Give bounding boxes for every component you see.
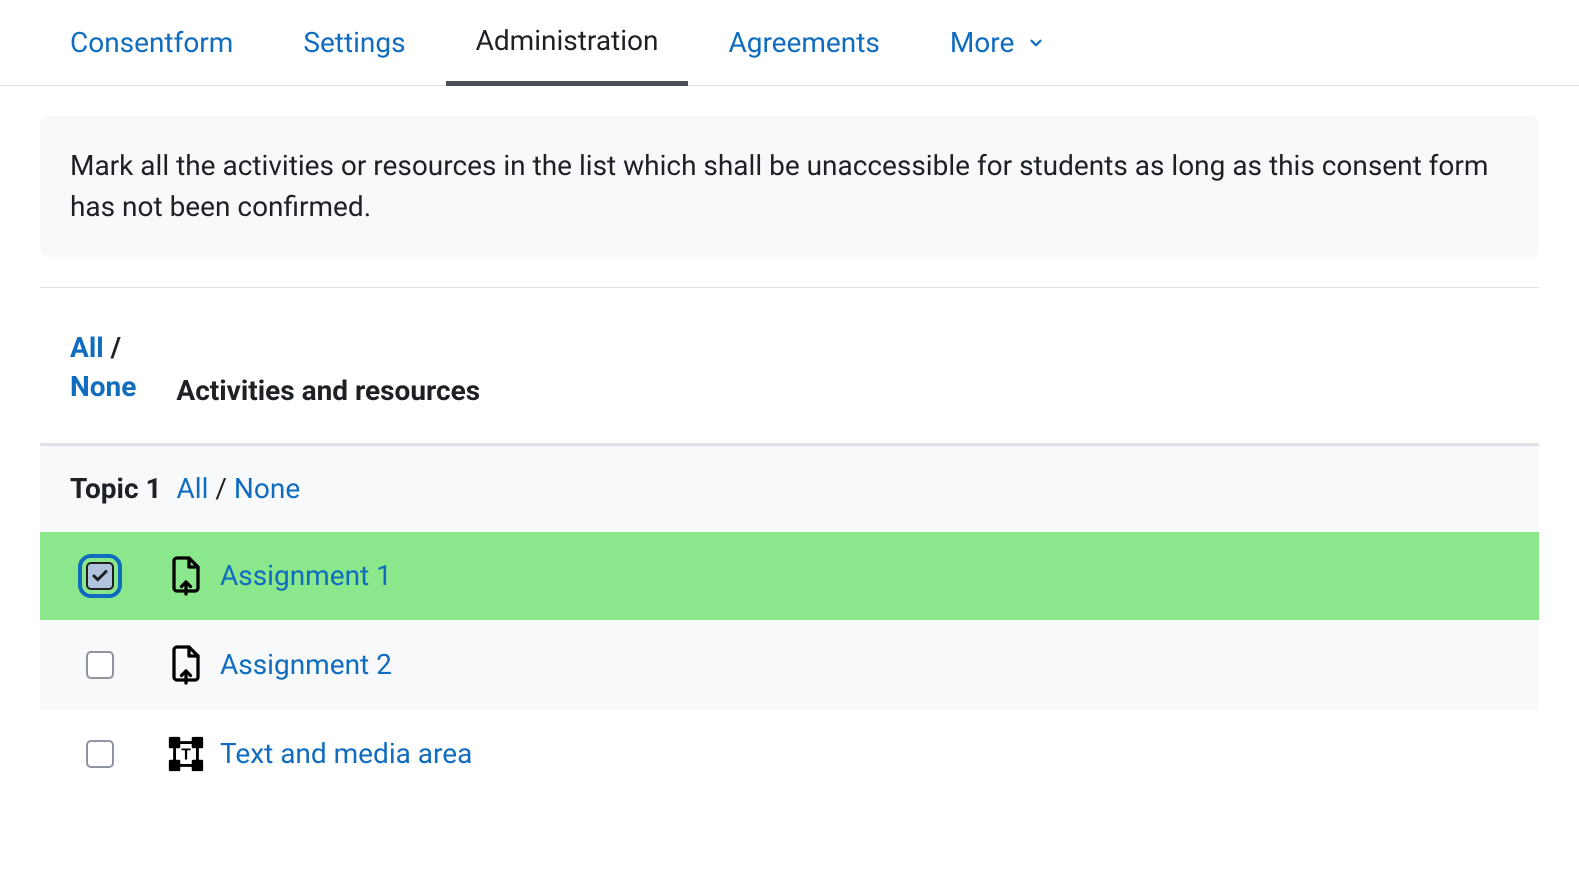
content-area: Mark all the activities or resources in … [0,86,1579,798]
tab-label: Consentform [70,26,233,59]
activity-link[interactable]: Assignment 1 [220,559,392,592]
topic-name: Topic 1 [70,472,162,505]
checkbox-cell [70,740,130,768]
topic-select-links: All / None [177,472,301,505]
select-all-link[interactable]: All [70,331,104,364]
activity-row: T Text and media area [40,709,1539,798]
tab-label: Settings [303,26,405,59]
assignment-icon [166,556,206,596]
activity-content: T Text and media area [166,734,472,774]
activity-link[interactable]: Text and media area [220,737,472,770]
tab-more[interactable]: More [920,2,1075,83]
checkbox-cell [70,562,130,590]
activity-checkbox[interactable] [86,651,114,679]
assignment-icon [166,645,206,685]
checkbox-cell [70,651,130,679]
topic-select-none-link[interactable]: None [234,472,300,505]
activity-content: Assignment 1 [166,556,392,596]
activity-checkbox[interactable] [86,562,114,590]
select-none-link[interactable]: None [70,370,136,403]
chevron-down-icon [1027,26,1045,59]
tab-bar: Consentform Settings Administration Agre… [0,0,1579,86]
tab-consentform[interactable]: Consentform [40,2,263,83]
activity-checkbox[interactable] [86,740,114,768]
info-box: Mark all the activities or resources in … [40,116,1539,257]
svg-text:T: T [181,746,191,763]
activity-row: Assignment 2 [40,620,1539,709]
table-header-row: All / None Activities and resources [40,287,1539,445]
activity-link[interactable]: Assignment 2 [220,648,392,681]
separator: / [215,472,227,505]
text-media-icon: T [166,734,206,774]
separator: / [111,331,121,364]
tab-label: Agreements [728,26,879,59]
global-select-links: All / None [70,328,136,406]
column-header-activities: Activities and resources [176,374,480,407]
activity-content: Assignment 2 [166,645,392,685]
tab-label: Administration [476,24,659,57]
tab-settings[interactable]: Settings [273,2,435,83]
topic-header-row: Topic 1 All / None [40,446,1539,531]
tab-administration[interactable]: Administration [446,0,689,86]
tab-label: More [950,26,1015,59]
info-text: Mark all the activities or resources in … [70,149,1488,223]
tab-agreements[interactable]: Agreements [698,2,909,83]
activities-table: All / None Activities and resources Topi… [40,287,1539,797]
topic-select-all-link[interactable]: All [177,472,209,505]
activity-row: Assignment 1 [40,531,1539,620]
